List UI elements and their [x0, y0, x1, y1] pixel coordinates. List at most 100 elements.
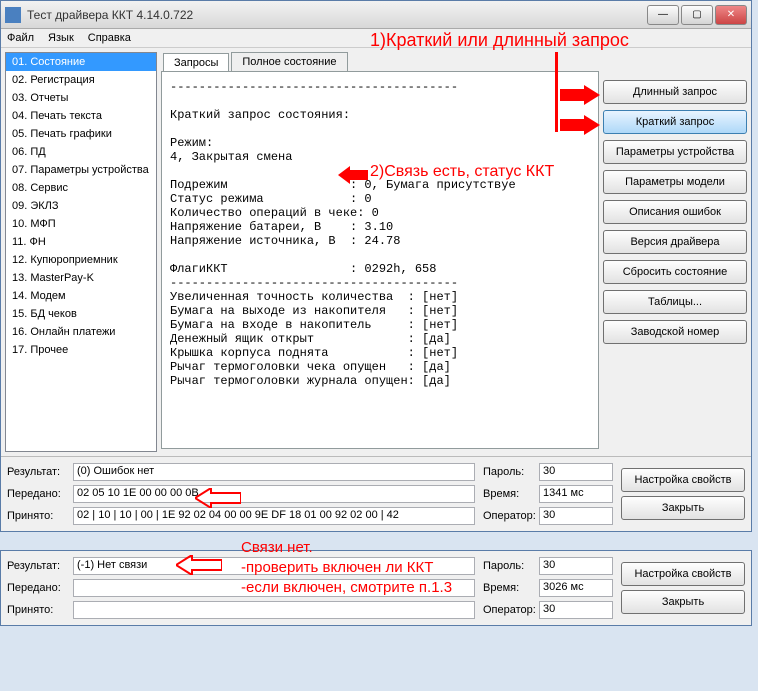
bp2-mid: Пароль: 30 Время: 3026 мс Оператор: 30: [483, 557, 613, 619]
annotation-noconn-2: -проверить включен ли ККТ: [241, 559, 433, 577]
sidebar-item-9[interactable]: 10. МФП: [6, 215, 156, 233]
bp2-time: 3026 мс: [539, 579, 613, 597]
center-column: Запросы Полное состояние ---------------…: [161, 52, 599, 452]
tabs: Запросы Полное состояние: [163, 52, 599, 71]
out-l5: Режим:: [170, 136, 213, 150]
sidebar-item-12[interactable]: 13. MasterPay-K: [6, 269, 156, 287]
close-button[interactable]: ✕: [715, 5, 747, 25]
out-l21: Рычаг термоголовки чека опущен : [да]: [170, 360, 451, 374]
sidebar-item-3[interactable]: 04. Печать текста: [6, 107, 156, 125]
bp2-btn-close[interactable]: Закрыть: [621, 590, 745, 614]
bp2-right: Настройка свойств Закрыть: [621, 557, 745, 619]
bp1-pass[interactable]: 30: [539, 463, 613, 481]
out-l18: Бумага на входе в накопитель : [нет]: [170, 318, 458, 332]
bp2-btn-props[interactable]: Настройка свойств: [621, 562, 745, 586]
btn-device-params[interactable]: Параметры устройства: [603, 140, 747, 164]
out-l9: Статус режима : 0: [170, 192, 372, 206]
annotation-top: 1)Краткий или длинный запрос: [370, 30, 629, 51]
body-area: 01. Состояние 02. Регистрация 03. Отчеты…: [1, 48, 751, 456]
out-l3: Краткий запрос состояния:: [170, 108, 350, 122]
minimize-button[interactable]: —: [647, 5, 679, 25]
annotation-status: 2)Связь есть, статус ККТ: [370, 163, 554, 181]
bottom-panel-1: Результат: (0) Ошибок нет Передано: 02 0…: [1, 456, 751, 531]
annotation-noconn-1: Связи нет.: [241, 539, 313, 557]
arrow-result-noconn: [176, 555, 222, 575]
sidebar-item-11[interactable]: 12. Купюроприемник: [6, 251, 156, 269]
sidebar-item-8[interactable]: 09. ЭКЛЗ: [6, 197, 156, 215]
bp1-pass-lbl: Пароль:: [483, 466, 539, 478]
menu-file[interactable]: Файл: [7, 32, 34, 44]
out-l1: ----------------------------------------: [170, 80, 458, 94]
sidebar-item-7[interactable]: 08. Сервис: [6, 179, 156, 197]
out-l20: Крышка корпуса поднята : [нет]: [170, 346, 458, 360]
bp2-sent-lbl: Передано:: [7, 582, 73, 594]
sidebar-item-6[interactable]: 07. Параметры устройства: [6, 161, 156, 179]
main-window: Тест драйвера ККТ 4.14.0.722 — ▢ ✕ Файл …: [0, 0, 752, 532]
right-buttons: Длинный запрос Краткий запрос Параметры …: [603, 52, 747, 452]
arrow-short-request: [560, 115, 600, 135]
sidebar-item-16[interactable]: 17. Прочее: [6, 341, 156, 359]
bp2-op: 30: [539, 601, 613, 619]
bp2-pass[interactable]: 30: [539, 557, 613, 575]
annotation-noconn-3: -если включен, смотрите п.1.3: [241, 579, 452, 597]
bp2-recv-lbl: Принято:: [7, 604, 73, 616]
bp1-recv-lbl: Принято:: [7, 510, 73, 522]
sidebar-item-0[interactable]: 01. Состояние: [6, 53, 156, 71]
arrow-long-request: [560, 85, 600, 105]
app-icon: [5, 7, 21, 23]
tab-requests[interactable]: Запросы: [163, 53, 229, 72]
btn-error-desc[interactable]: Описания ошибок: [603, 200, 747, 224]
sidebar-item-4[interactable]: 05. Печать графики: [6, 125, 156, 143]
sidebar-item-15[interactable]: 16. Онлайн платежи: [6, 323, 156, 341]
bp2-pass-lbl: Пароль:: [483, 560, 539, 572]
bp1-mid: Пароль: 30 Время: 1341 мс Оператор: 30: [483, 463, 613, 525]
bp1-time-lbl: Время:: [483, 488, 539, 500]
sidebar-item-1[interactable]: 02. Регистрация: [6, 71, 156, 89]
window-buttons: — ▢ ✕: [647, 5, 747, 25]
btn-long-request[interactable]: Длинный запрос: [603, 80, 747, 104]
bp1-btn-props[interactable]: Настройка свойств: [621, 468, 745, 492]
window-title: Тест драйвера ККТ 4.14.0.722: [27, 8, 647, 22]
titlebar: Тест драйвера ККТ 4.14.0.722 — ▢ ✕: [1, 1, 751, 29]
arrow-status: [338, 166, 368, 184]
sidebar-item-5[interactable]: 06. ПД: [6, 143, 156, 161]
out-l22: Рычаг термоголовки журнала опущен: [да]: [170, 374, 451, 388]
btn-model-params[interactable]: Параметры модели: [603, 170, 747, 194]
bp2-recv: [73, 601, 475, 619]
btn-driver-version[interactable]: Версия драйвера: [603, 230, 747, 254]
sidebar[interactable]: 01. Состояние 02. Регистрация 03. Отчеты…: [5, 52, 157, 452]
out-l12: Напряжение источника, В : 24.78: [170, 234, 400, 248]
bp1-sent-lbl: Передано:: [7, 488, 73, 500]
btn-tables[interactable]: Таблицы...: [603, 290, 747, 314]
btn-serial-number[interactable]: Заводской номер: [603, 320, 747, 344]
sidebar-item-14[interactable]: 15. БД чеков: [6, 305, 156, 323]
bp1-result: (0) Ошибок нет: [73, 463, 475, 481]
arrow-result-ok: [195, 488, 241, 508]
bp1-op-lbl: Оператор:: [483, 510, 539, 522]
bp1-op: 30: [539, 507, 613, 525]
bottom-panel-2: Результат: (-1) Нет связи Передано: Прин…: [0, 550, 752, 626]
bp2-result-lbl: Результат:: [7, 560, 73, 572]
menu-lang[interactable]: Язык: [48, 32, 74, 44]
tab-full-state[interactable]: Полное состояние: [231, 52, 347, 71]
bp1-btn-close[interactable]: Закрыть: [621, 496, 745, 520]
out-l17: Бумага на выходе из накопителя : [нет]: [170, 304, 458, 318]
bp2-op-lbl: Оператор:: [483, 604, 539, 616]
menu-help[interactable]: Справка: [88, 32, 131, 44]
bp2-time-lbl: Время:: [483, 582, 539, 594]
out-l11: Напряжение батареи, В : 3.10: [170, 220, 393, 234]
btn-reset-state[interactable]: Сбросить состояние: [603, 260, 747, 284]
bp1-time: 1341 мс: [539, 485, 613, 503]
output-box[interactable]: ----------------------------------------…: [161, 71, 599, 449]
sidebar-item-13[interactable]: 14. Модем: [6, 287, 156, 305]
bp1-right: Настройка свойств Закрыть: [621, 463, 745, 525]
bp1-sent: 02 05 10 1E 00 00 00 0B: [73, 485, 475, 503]
out-l16: Увеличенная точность количества : [нет]: [170, 290, 458, 304]
out-l10: Количество операций в чеке: 0: [170, 206, 379, 220]
out-l6: 4, Закрытая смена: [170, 150, 292, 164]
out-l14: ФлагиККТ : 0292h, 658: [170, 262, 436, 276]
sidebar-item-2[interactable]: 03. Отчеты: [6, 89, 156, 107]
sidebar-item-10[interactable]: 11. ФН: [6, 233, 156, 251]
btn-short-request[interactable]: Краткий запрос: [603, 110, 747, 134]
maximize-button[interactable]: ▢: [681, 5, 713, 25]
